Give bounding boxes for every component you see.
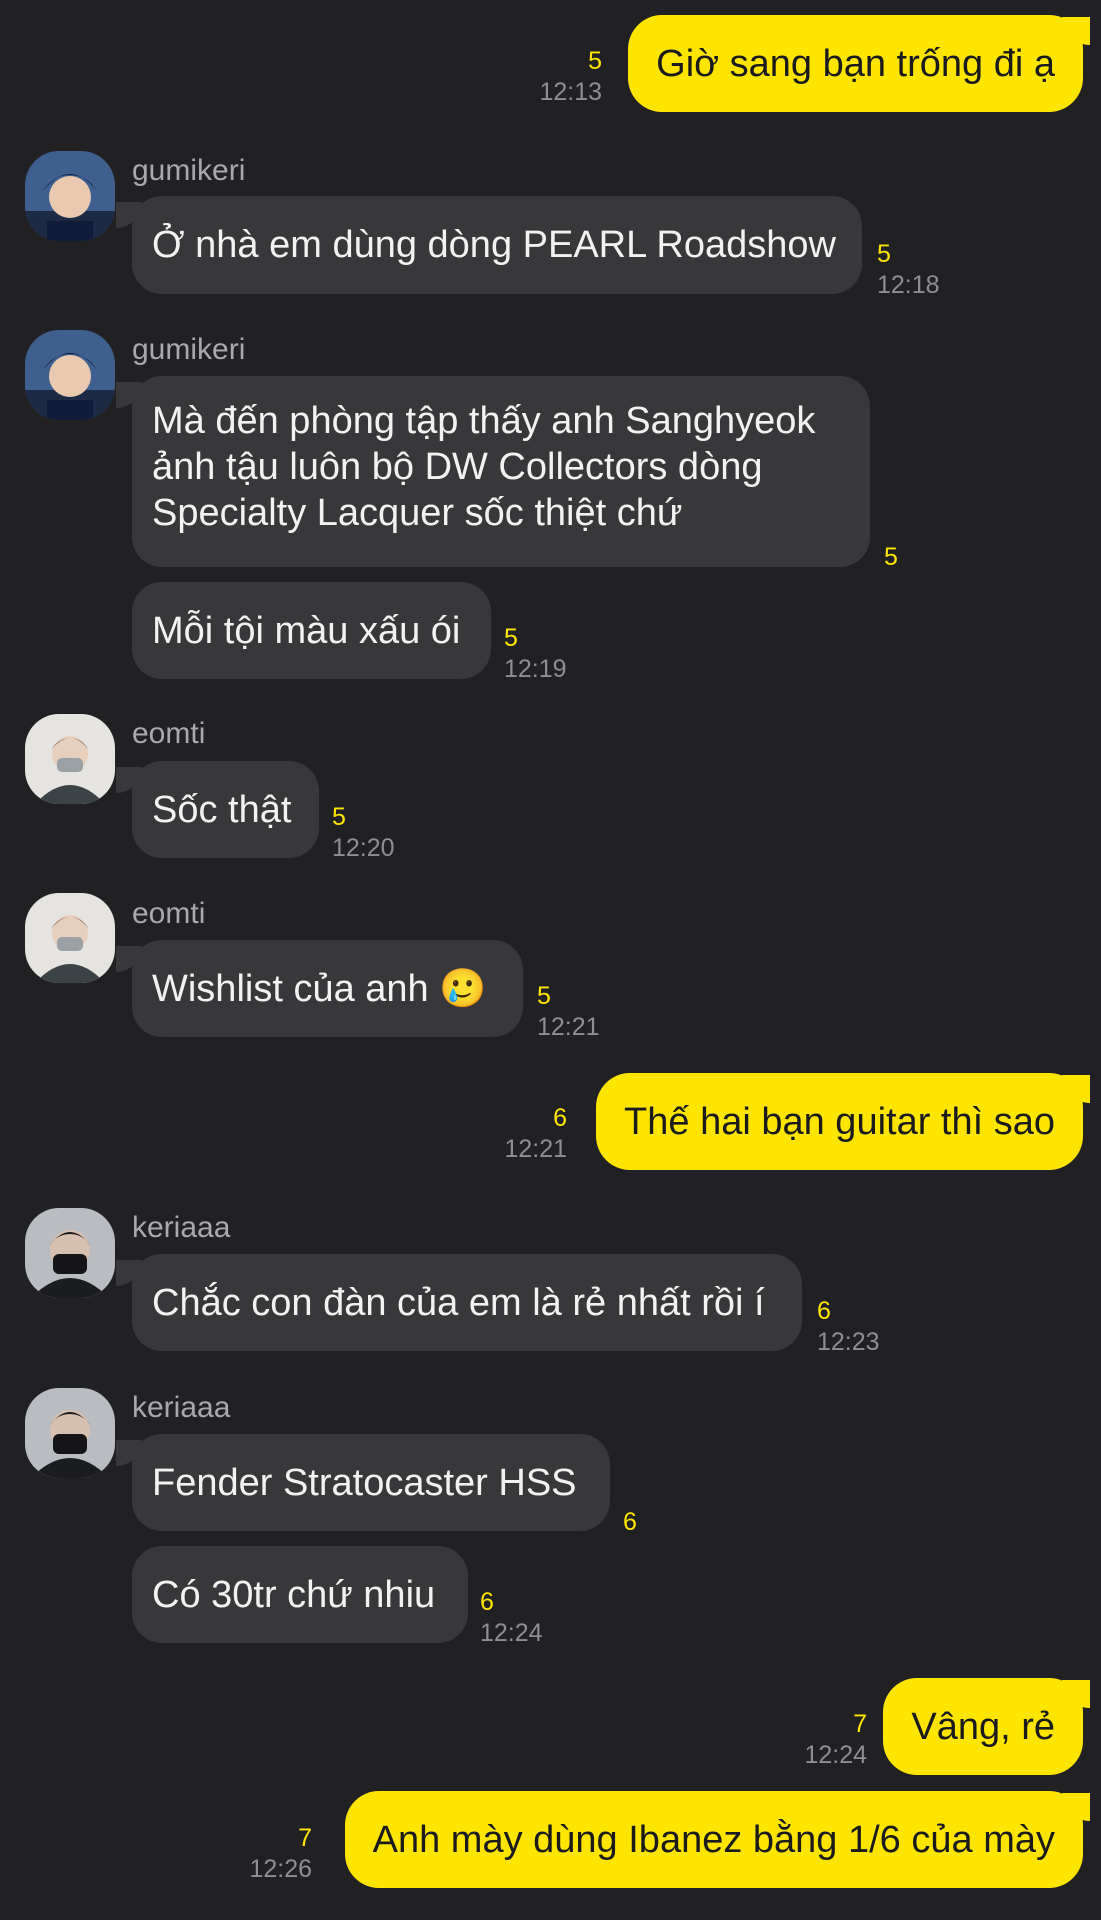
unread-count: 6 <box>623 1508 637 1536</box>
avatar-eomti[interactable] <box>25 714 115 804</box>
avatar-image <box>25 714 115 804</box>
message-time: 12:26 <box>249 1855 312 1883</box>
message-text: Mà đến phòng tập thấy anh Sanghyeok ảnh … <box>152 400 816 534</box>
sender-name: gumikeri <box>132 154 246 187</box>
incoming-message-bubble[interactable]: Mà đến phòng tập thấy anh Sanghyeok ảnh … <box>132 376 870 567</box>
message-text: Giờ sang bạn trống đi ạ <box>656 42 1055 85</box>
avatar-image <box>25 1388 115 1478</box>
avatar-eomti[interactable] <box>25 893 115 983</box>
incoming-message-bubble[interactable]: Ở nhà em dùng dòng PEARL Roadshow <box>132 196 862 294</box>
message-time: 12:23 <box>817 1328 880 1356</box>
avatar-image <box>25 330 115 420</box>
avatar-keriaaa[interactable] <box>25 1388 115 1478</box>
unread-count: 5 <box>332 803 346 831</box>
unread-count: 7 <box>853 1710 867 1738</box>
message-text: Vâng, rẻ <box>911 1705 1055 1748</box>
message-time: 12:18 <box>877 271 940 299</box>
incoming-message-bubble[interactable]: Có 30tr chứ nhiu <box>132 1546 468 1643</box>
message-time: 12:24 <box>804 1741 867 1769</box>
unread-count: 5 <box>537 982 551 1010</box>
unread-count: 6 <box>817 1297 831 1325</box>
avatar-gumikeri[interactable] <box>25 330 115 420</box>
unread-count: 5 <box>588 47 602 75</box>
unread-count: 6 <box>480 1588 494 1616</box>
message-text: Mỗi tội màu xấu ói <box>152 609 461 652</box>
incoming-message-bubble[interactable]: Chắc con đàn của em là rẻ nhất rồi í <box>132 1254 802 1351</box>
sender-name: gumikeri <box>132 333 246 366</box>
outgoing-message-bubble[interactable]: Anh mày dùng Ibanez bằng 1/6 của mày <box>344 1791 1083 1888</box>
avatar-image <box>25 1208 115 1298</box>
message-text: Sốc thật <box>152 788 292 831</box>
message-text: Ở nhà em dùng dòng PEARL Roadshow <box>152 224 836 266</box>
incoming-message-bubble[interactable]: Fender Stratocaster HSS <box>132 1434 610 1531</box>
message-time: 12:24 <box>480 1619 543 1647</box>
avatar-gumikeri[interactable] <box>25 151 115 241</box>
outgoing-message-bubble[interactable]: Thế hai bạn guitar thì sao <box>596 1073 1083 1170</box>
sender-name: eomti <box>132 897 206 930</box>
unread-count: 6 <box>553 1104 567 1132</box>
unread-count: 5 <box>877 240 891 268</box>
message-text: Chắc con đàn của em là rẻ nhất rồi í <box>152 1281 765 1324</box>
avatar-image <box>25 893 115 983</box>
message-time: 12:13 <box>539 78 602 106</box>
avatar-image <box>25 151 115 241</box>
incoming-message-bubble[interactable]: Mỗi tội màu xấu ói <box>132 582 491 679</box>
message-text: Có 30tr chứ nhiu <box>152 1573 436 1616</box>
message-text: Fender Stratocaster HSS <box>152 1461 577 1504</box>
avatar-keriaaa[interactable] <box>25 1208 115 1298</box>
message-time: 12:21 <box>504 1135 567 1163</box>
incoming-message-bubble[interactable]: Sốc thật <box>132 761 319 858</box>
sender-name: keriaaa <box>132 1211 231 1244</box>
message-time: 12:19 <box>504 655 567 683</box>
sender-name: keriaaa <box>132 1391 231 1424</box>
message-text: Wishlist của anh 🥲 <box>152 967 487 1010</box>
message-time: 12:21 <box>537 1013 600 1041</box>
outgoing-message-bubble[interactable]: Vâng, rẻ <box>883 1678 1083 1775</box>
message-text: Anh mày dùng Ibanez bằng 1/6 của mày <box>372 1818 1055 1861</box>
outgoing-message-bubble[interactable]: Giờ sang bạn trống đi ạ <box>628 15 1083 112</box>
incoming-message-bubble[interactable]: Wishlist của anh 🥲 <box>132 940 523 1037</box>
chat-room[interactable]: Giờ sang bạn trống đi ạ 5 12:13 gumikeri… <box>0 0 1101 1920</box>
unread-count: 7 <box>298 1824 312 1852</box>
unread-count: 5 <box>884 543 898 571</box>
message-time: 12:20 <box>332 834 395 862</box>
message-text: Thế hai bạn guitar thì sao <box>624 1100 1055 1143</box>
unread-count: 5 <box>504 624 518 652</box>
sender-name: eomti <box>132 717 206 750</box>
